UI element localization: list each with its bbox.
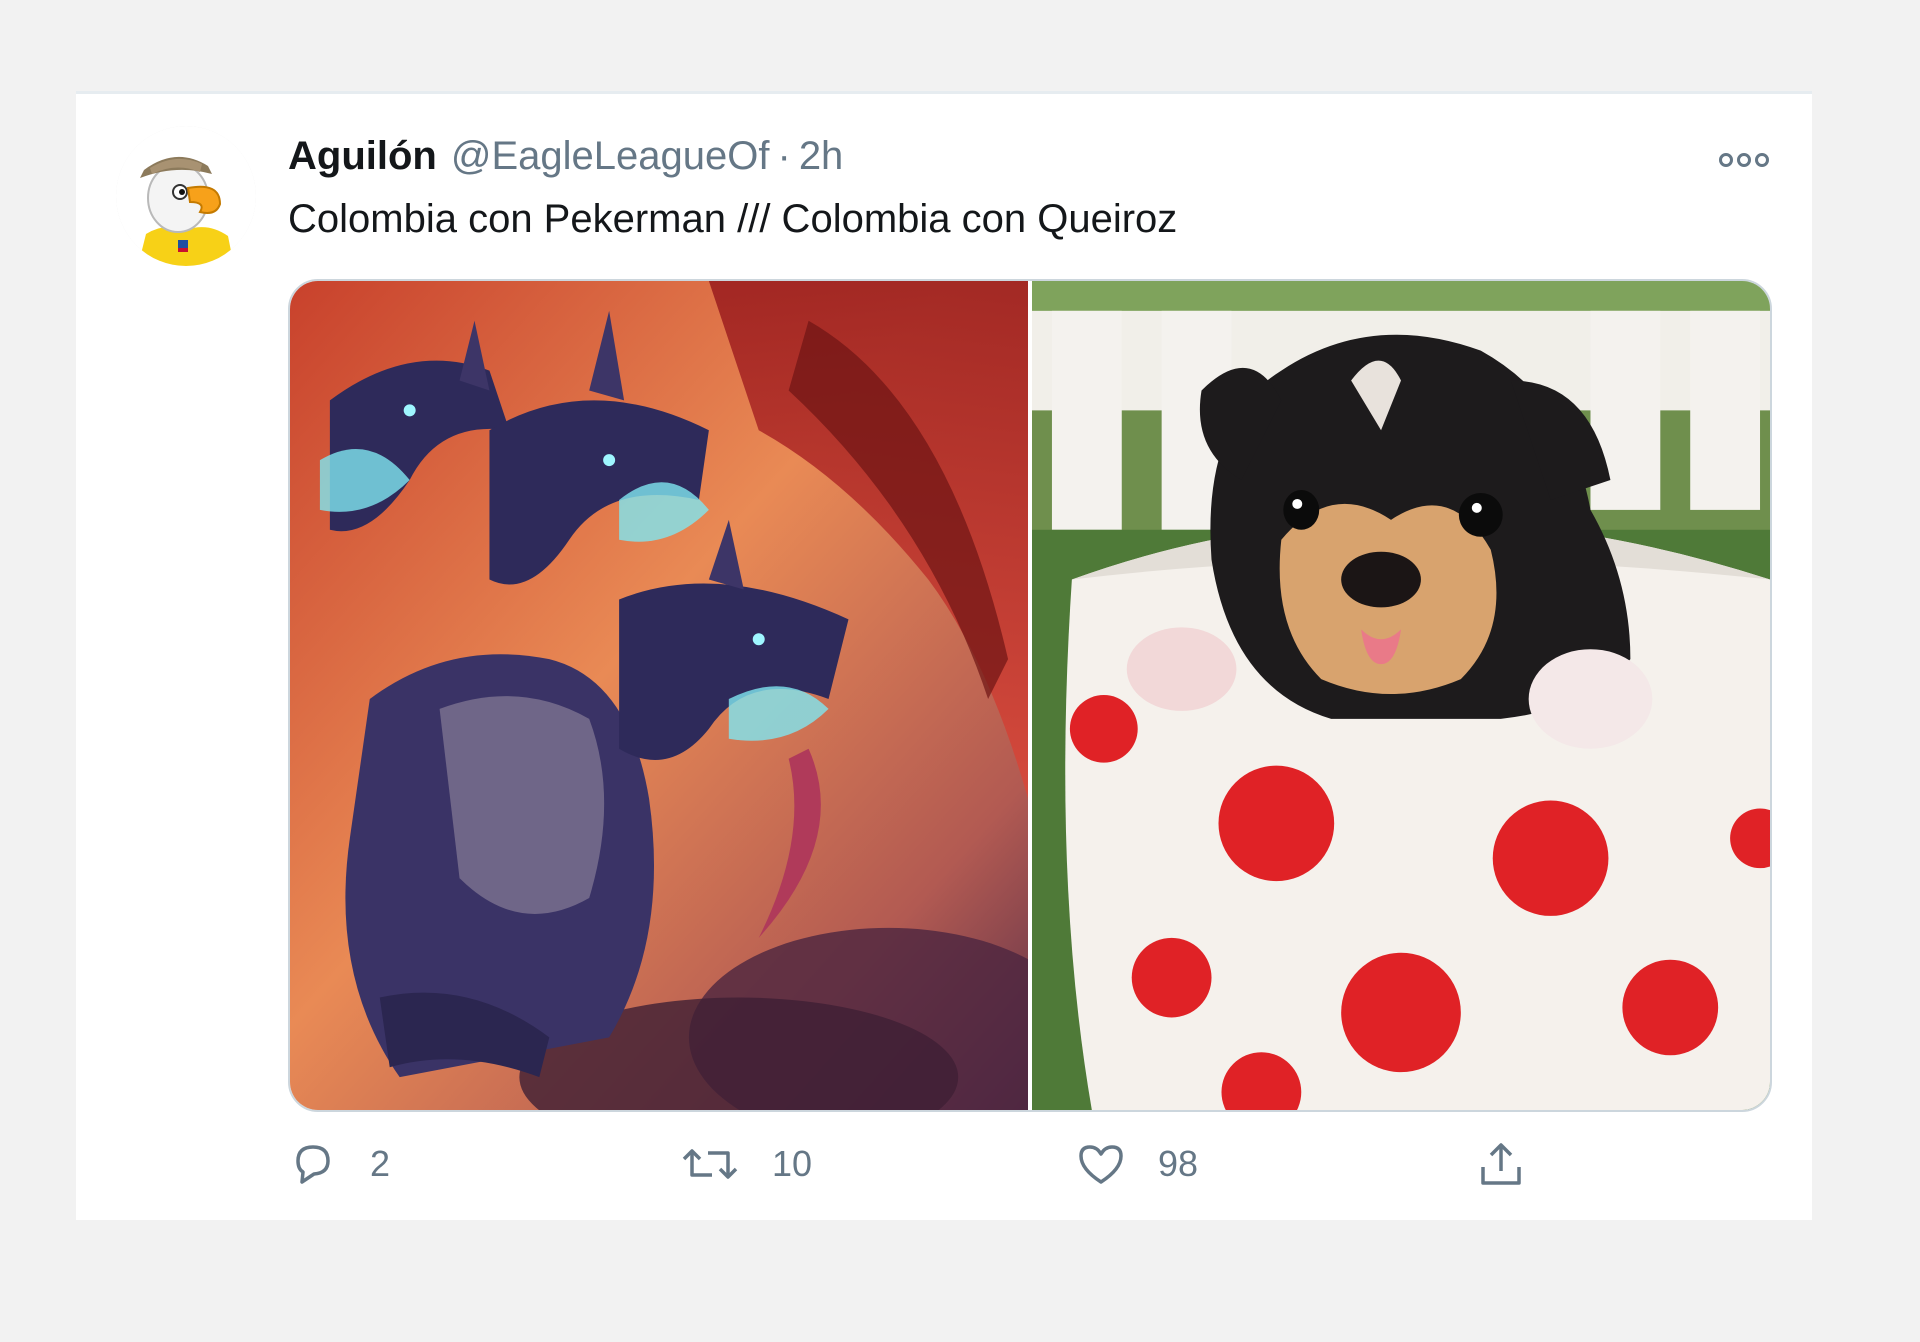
author-display-name[interactable]: Aguilón (288, 134, 437, 179)
reply-count: 2 (370, 1143, 391, 1184)
avatar[interactable] (116, 126, 256, 266)
tweet-card[interactable]: Aguilón @EagleLeagueOf · 2h Colombia con… (76, 91, 1812, 1220)
puppy-in-polka-dot-cup-image (1032, 281, 1770, 1110)
eagle-mascot-icon (116, 126, 256, 266)
heart-icon (1079, 1145, 1123, 1184)
tweet-header: Aguilón @EagleLeagueOf · 2h (288, 134, 843, 184)
share-icon (1481, 1143, 1521, 1185)
media-photo-dragon[interactable] (290, 281, 1028, 1110)
media-photo-puppy[interactable] (1032, 281, 1770, 1110)
more-options-icon (1719, 153, 1769, 167)
share-button[interactable] (1476, 1134, 1526, 1194)
tweet-media-grid (288, 279, 1772, 1112)
like-count: 98 (1158, 1143, 1199, 1184)
tweet-actions: 2 10 98 (288, 1134, 1772, 1194)
author-handle[interactable]: @EagleLeagueOf (451, 134, 770, 179)
retweet-count: 10 (772, 1143, 813, 1184)
reply-button[interactable]: 2 (288, 1134, 390, 1194)
tweet-timestamp[interactable]: 2h (799, 134, 844, 179)
tweet-text: Colombia con Pekerman /// Colombia con Q… (288, 197, 1178, 241)
header-separator: · (777, 134, 791, 178)
more-options-button[interactable] (1714, 140, 1774, 180)
reply-icon (296, 1145, 330, 1184)
retweet-button[interactable]: 10 (680, 1134, 812, 1194)
retweet-icon (682, 1149, 738, 1179)
three-headed-dragon-image (290, 281, 1028, 1110)
like-button[interactable]: 98 (1076, 1134, 1198, 1194)
